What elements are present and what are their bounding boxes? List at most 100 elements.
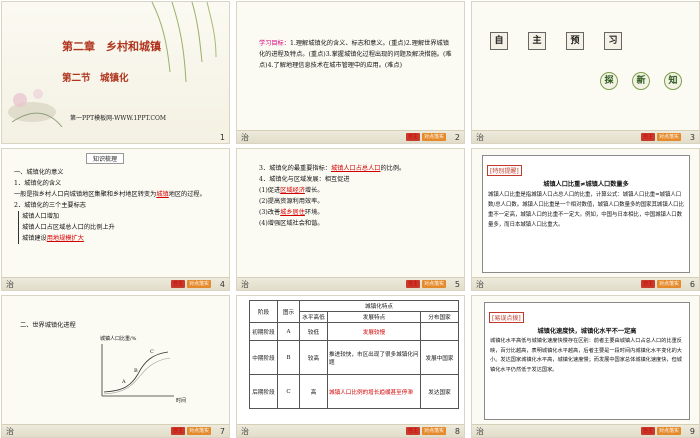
footer-nav-button-2[interactable]: 对点落实 <box>656 427 681 435</box>
table-cell: A <box>277 322 300 341</box>
footer-nav-button-2[interactable]: 对点落实 <box>656 280 681 288</box>
para-text: 4．城镇化与区域发展：相互促进 <box>259 176 350 183</box>
footer-nav-button-2[interactable]: 对点落实 <box>421 427 446 435</box>
table-row: 中期阶段 B 较高 推进较快，市区出现了很多城镇化问题 发展中国家 <box>249 340 459 375</box>
table-cell: 高 <box>299 374 328 409</box>
slide-thumbnail-2[interactable]: 学习目标：1.理解城镇化的含义、标志和意义。(重点)2.理解世界城镇化的进程及特… <box>236 1 465 144</box>
footer-nav-button-2[interactable]: 对点落实 <box>421 280 446 288</box>
note-box: [易误点拨] 城镇化速度快，城镇化水平不一定高 城镇化水平高低与城镇化速度快慢存… <box>484 302 690 420</box>
para-text: (1)促进 <box>259 187 281 194</box>
goals-label: 学习目标： <box>259 40 290 47</box>
footer-left-text: 治 <box>241 280 249 289</box>
footer-nav-button-1[interactable]: 自主 <box>170 280 185 288</box>
footer-nav-button-1[interactable]: 自主 <box>640 133 655 141</box>
footer-left-text: 治 <box>476 427 484 436</box>
slide-number: 8 <box>454 427 460 436</box>
footer-left-text: 治 <box>476 133 484 142</box>
footer-nav-button-1[interactable]: 自主 <box>405 427 420 435</box>
footer-nav-button-1[interactable]: 自主 <box>405 133 420 141</box>
para-text: 环境。 <box>304 209 324 216</box>
answer-text: 区域经济 <box>280 187 305 194</box>
note-title: 城镇人口比重≠城镇人口数量多 <box>543 181 629 188</box>
seal-char: 预 <box>566 32 584 50</box>
footer-left-text: 治 <box>476 280 484 289</box>
slide-thumbnail-7[interactable]: 二、世界城镇化进程 城镇人口比重/% A B C 时间 治 自主 对点落实 7 <box>1 295 230 438</box>
slide-footer: 治 自主 对点落实 <box>237 424 464 437</box>
slide-thumbnail-4[interactable]: 知识梳理 一、城镇化的意义 1．城镇化的含义 一般是指乡村人口向城镇地区集聚和乡… <box>1 148 230 291</box>
slide-footer: 治 自主 对点落实 <box>2 277 229 290</box>
table-cell: 较低 <box>299 322 328 341</box>
footer-left-text: 治 <box>6 427 14 436</box>
table-cell: 初期阶段 <box>249 322 278 341</box>
heading-3: 2．城镇化的三个主要标志 <box>14 202 86 209</box>
note-body: 城镇人口比重是指城镇人口占总人口的比重，计算公式：城镇人口比重=城镇人口数/总人… <box>488 192 684 228</box>
table-cell: 后期阶段 <box>249 374 278 409</box>
answer-text: 城镇 <box>156 191 169 198</box>
answer-text: 用地规模扩大 <box>46 235 84 242</box>
x-axis-label: 时间 <box>176 398 187 404</box>
marker-item: 城镇人口增加 <box>22 213 60 220</box>
footer-left-text: 治 <box>241 133 249 142</box>
slide-footer: 治 自主 对点落实 <box>472 424 699 437</box>
slide-number: 2 <box>454 133 460 142</box>
table-cell: 中期阶段 <box>249 340 278 375</box>
heading-2: 1．城镇化的含义 <box>14 180 62 187</box>
table-cell: 推进较快，市区出现了很多城镇化问题 <box>327 340 421 375</box>
slide-number: 9 <box>689 427 695 436</box>
stage-label-a: A <box>122 379 126 385</box>
footer-nav-button-2[interactable]: 对点落实 <box>186 280 211 288</box>
slide-number: 4 <box>219 280 225 289</box>
markers-list: 城镇人口增加 城镇人口占区域总人口的比例上升 城镇建设用地规模扩大 <box>18 211 224 244</box>
table-row: 初期阶段 A 较低 发展较慢 <box>249 322 459 341</box>
slide-footer: 治 自主 对点落实 <box>2 424 229 437</box>
slide-body: 一、城镇化的意义 1．城镇化的含义 一般是指乡村人口向城镇地区集聚和乡村地区转变… <box>14 167 224 244</box>
footer-nav-button-2[interactable]: 对点落实 <box>421 133 446 141</box>
learning-goals: 学习目标：1.理解城镇化的含义、标志和意义。(重点)2.理解世界城镇化的进程及特… <box>259 38 455 71</box>
para-text: 地区的过程。 <box>168 191 206 198</box>
answer-text: 城镇人口占总人口 <box>331 165 381 172</box>
footer-nav-button-1[interactable]: 自主 <box>640 427 655 435</box>
slide-thumbnail-3[interactable]: 自 主 预 习 探 新 知 治 自主 对点落实 3 <box>471 1 700 144</box>
slide-body: 3．城镇化的最重要指标：城镇人口占总人口的比例。 4．城镇化与区域发展：相互促进… <box>259 163 459 229</box>
seal-char: 知 <box>664 72 682 90</box>
footer-nav-button-2[interactable]: 对点落实 <box>186 427 211 435</box>
table-cell: 发达国家 <box>420 374 459 409</box>
para-text: 一般是指乡村人口向城镇地区集聚和乡村地区转变为 <box>14 191 157 198</box>
table-row: 后期阶段 C 高 城镇人口比例的增长趋缓甚至停滞 发达国家 <box>249 374 459 409</box>
slide-thumbnail-8[interactable]: 阶段 图示 城镇化特点 水平高低 发展特点 分布国家 初期阶段 A 较低 发展较… <box>236 295 465 438</box>
table-cell: C <box>277 374 300 409</box>
table-cell: 较高 <box>299 340 328 375</box>
slide-thumbnail-6[interactable]: [特别提醒] 城镇人口比重≠城镇人口数量多 城镇人口比重是指城镇人口占总人口的比… <box>471 148 700 291</box>
template-site-text: 第一PPT模板网-WWW.1PPT.COM <box>70 115 167 122</box>
slide-thumbnail-1[interactable]: 第二章 乡村和城镇 第二节 城镇化 第一PPT模板网-WWW.1PPT.COM … <box>1 1 230 144</box>
urbanization-curve-diagram <box>101 344 174 397</box>
slide-thumbnail-5[interactable]: 3．城镇化的最重要指标：城镇人口占总人口的比例。 4．城镇化与区域发展：相互促进… <box>236 148 465 291</box>
answer-text: 城乡居住 <box>280 209 305 216</box>
slide-number: 6 <box>689 280 695 289</box>
note-tag: [易误点拨] <box>489 312 524 323</box>
slide-number: 7 <box>219 427 225 436</box>
slide-footer: 治 自主 对点落实 <box>237 130 464 143</box>
heading-1: 一、城镇化的意义 <box>14 169 64 176</box>
footer-nav-button-2[interactable]: 对点落实 <box>656 133 681 141</box>
table-header: 水平高低 <box>299 311 328 323</box>
section-title: 第二节 城镇化 <box>62 73 129 84</box>
stage-label-c: C <box>150 349 154 355</box>
note-tag: [特别提醒] <box>487 165 522 176</box>
para-text: (2)提高资源利用效率。 <box>259 198 324 205</box>
table-header: 分布国家 <box>420 311 459 323</box>
para-text: (4)增强区域社会和谐。 <box>259 220 324 227</box>
table-cell: 发展中国家 <box>420 340 459 375</box>
section-badge: 知识梳理 <box>86 153 125 164</box>
footer-nav-button-1[interactable]: 自主 <box>170 427 185 435</box>
table-cell: B <box>277 340 300 375</box>
slide-thumbnail-9[interactable]: [易误点拨] 城镇化速度快，城镇化水平不一定高 城镇化水平高低与城镇化速度快慢存… <box>471 295 700 438</box>
footer-nav-button-1[interactable]: 自主 <box>640 280 655 288</box>
seal-char: 主 <box>528 32 546 50</box>
stages-table: 阶段 图示 城镇化特点 水平高低 发展特点 分布国家 初期阶段 A 较低 发展较… <box>249 300 459 409</box>
footer-nav-button-1[interactable]: 自主 <box>405 280 420 288</box>
table-header: 阶段 <box>249 300 278 323</box>
para-text: (3)改善 <box>259 209 281 216</box>
slide-footer: 治 自主 对点落实 <box>472 277 699 290</box>
slide-number: 1 <box>219 133 225 142</box>
